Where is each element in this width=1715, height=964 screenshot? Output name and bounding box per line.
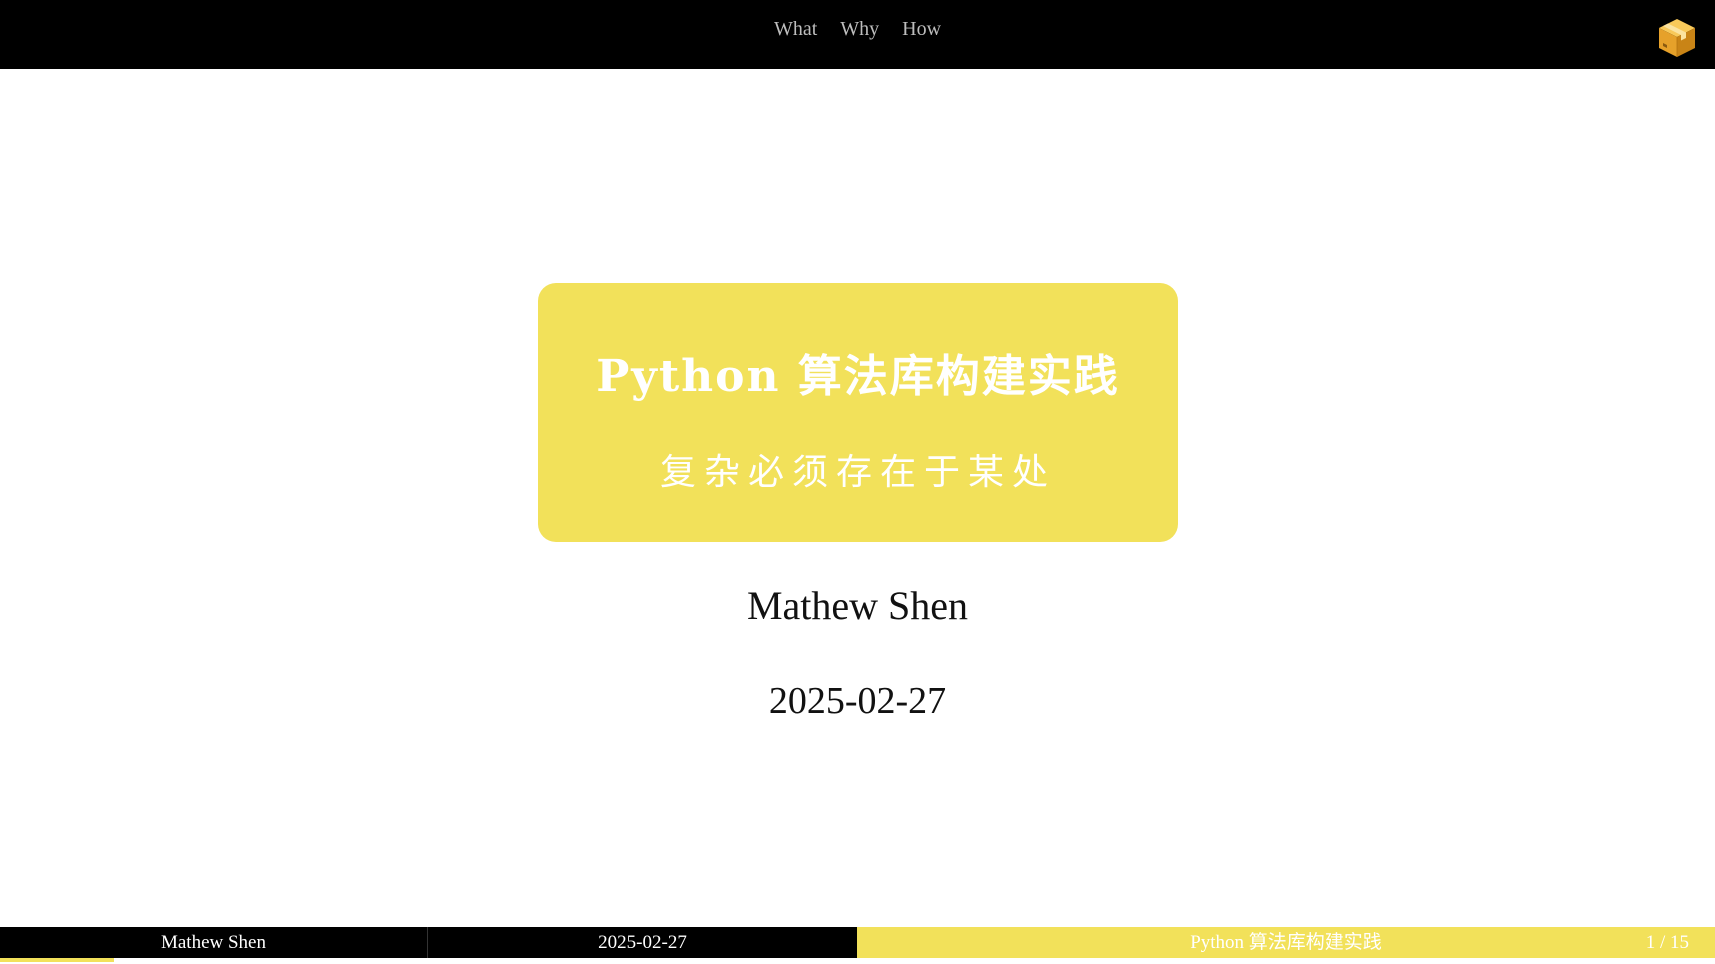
nav-item-why[interactable]: Why: [840, 18, 879, 41]
top-navigation-bar: What Why How: [0, 0, 1715, 69]
slide-footer: Mathew Shen 2025-02-27 Python 算法库构建实践 1 …: [0, 927, 1715, 958]
slide-title: Python 算法库构建实践: [596, 351, 1120, 402]
footer-date: 2025-02-27: [428, 927, 857, 958]
progress-bar: [0, 958, 115, 962]
page-counter: 1 / 15: [1645, 932, 1689, 953]
slide-date: 2025-02-27: [768, 680, 947, 722]
progress-track: [0, 958, 1715, 964]
slide-subtitle: 复杂必须存在于某处: [659, 452, 1056, 493]
title-block: Python 算法库构建实践 复杂必须存在于某处: [538, 283, 1178, 542]
footer-author: Mathew Shen: [0, 927, 428, 958]
section-nav: What Why How: [0, 18, 1715, 41]
footer-title: Python 算法库构建实践: [1190, 932, 1382, 953]
nav-item-what[interactable]: What: [774, 18, 817, 41]
nav-item-how[interactable]: How: [902, 18, 941, 41]
slide-author: Mathew Shen: [746, 583, 969, 628]
package-box-icon: [1659, 19, 1695, 57]
footer-title-segment: Python 算法库构建实践 1 / 15: [857, 927, 1715, 958]
